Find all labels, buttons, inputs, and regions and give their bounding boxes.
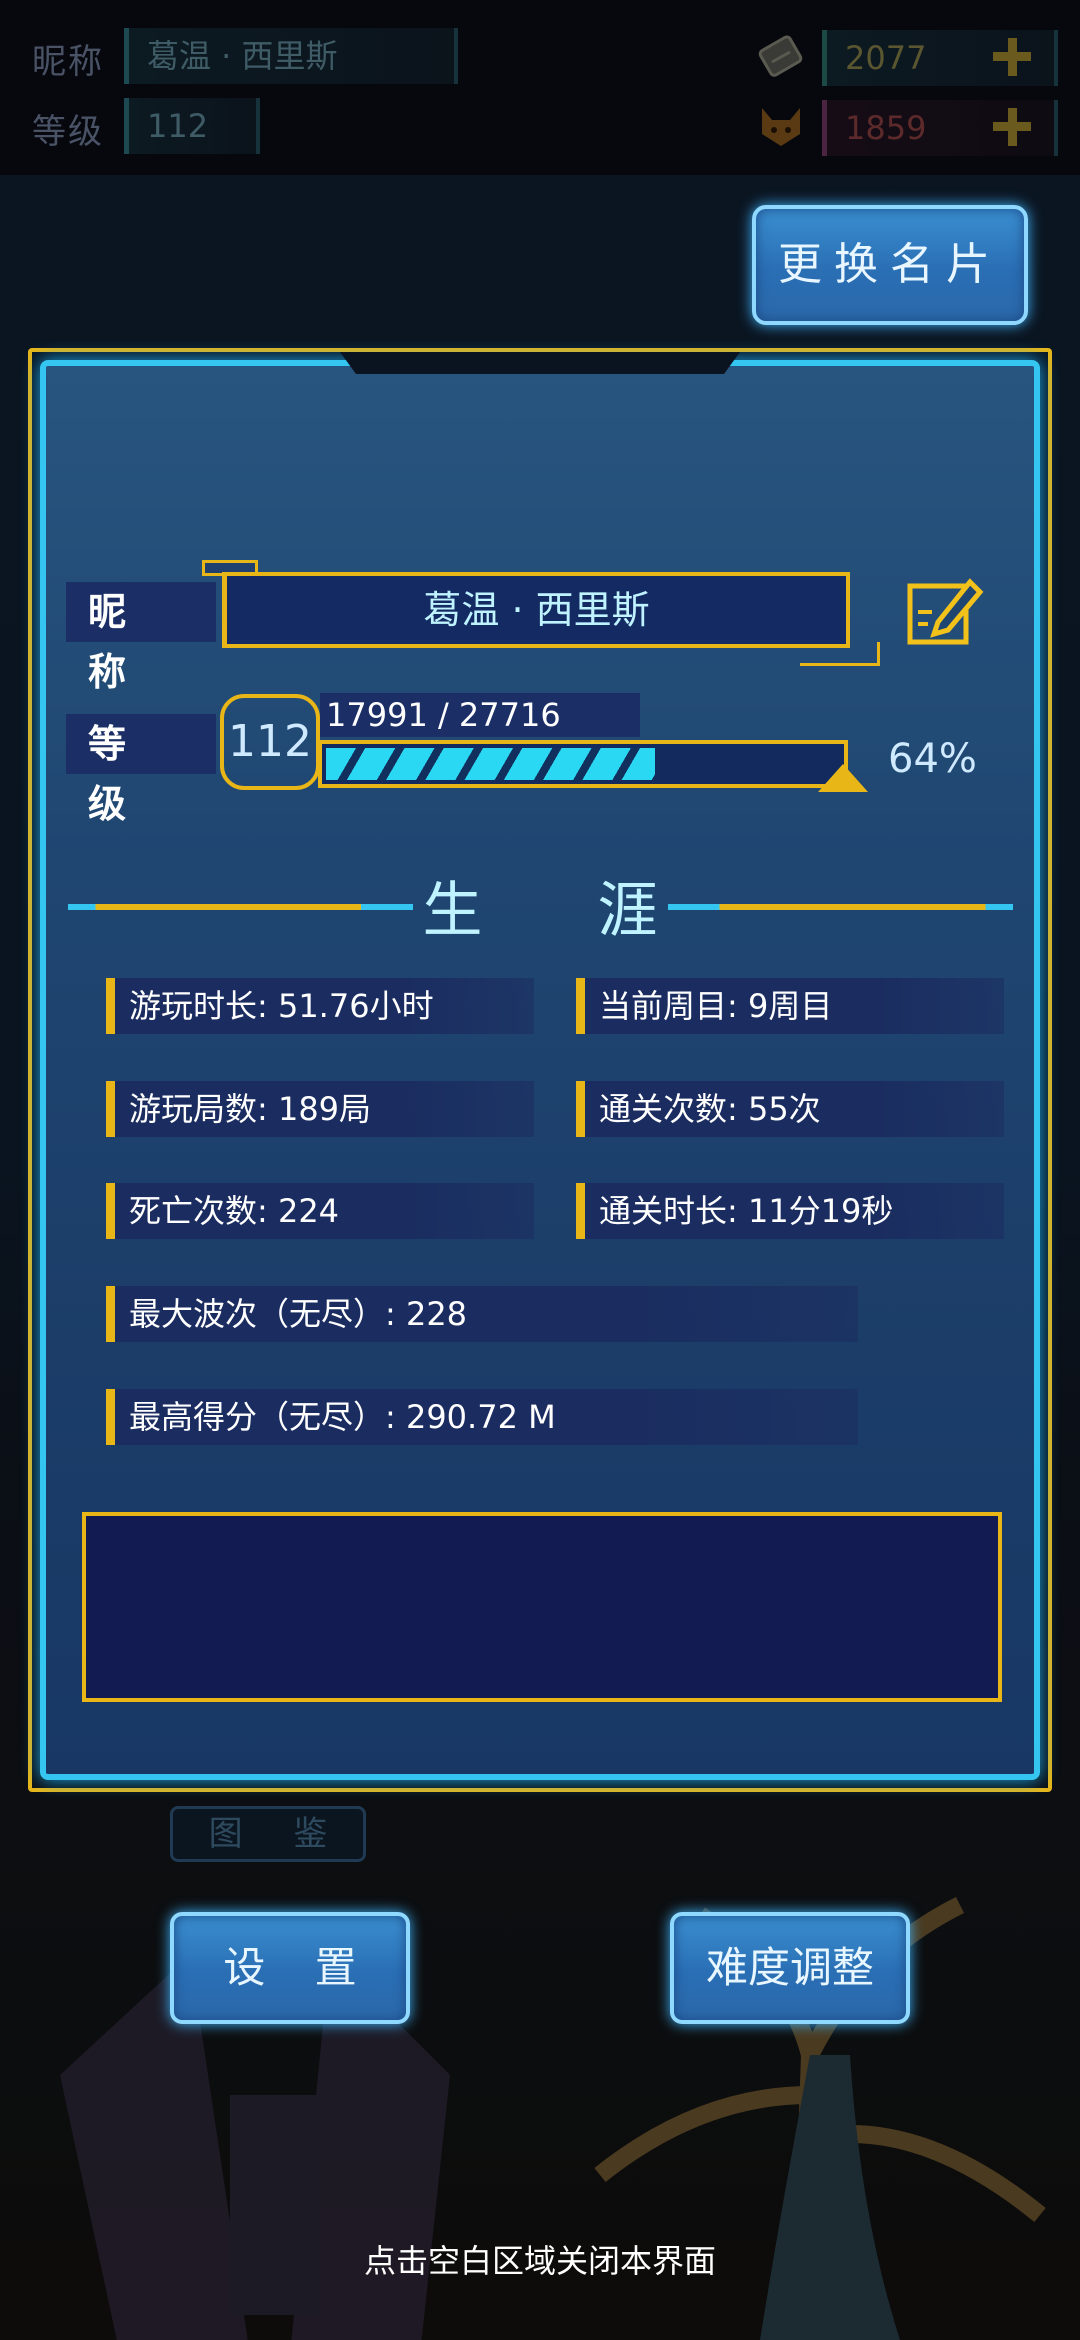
career-deco-line-right: [668, 904, 1013, 910]
stat-rounds-played: 游玩局数: 189局: [106, 1081, 534, 1137]
edit-icon[interactable]: [904, 572, 984, 652]
stat-deaths: 死亡次数: 224: [106, 1183, 534, 1239]
currency-a-field: 2077: [822, 30, 1058, 86]
topbar-nickname-field: 葛温 · 西里斯: [124, 28, 458, 84]
xp-progress-fill: [326, 748, 655, 780]
xp-text: 17991 / 27716: [320, 693, 640, 737]
xp-percent: 64%: [888, 736, 977, 782]
currency-a-value: 2077: [845, 39, 927, 77]
level-badge: 112: [220, 694, 320, 790]
add-currency-a-button[interactable]: [992, 36, 1032, 76]
level-label: 等 级: [66, 714, 216, 826]
stat-high-score: 最高得分（无尽）: 290.72 M: [106, 1389, 858, 1445]
xp-progress-bar: [318, 740, 848, 788]
difficulty-button[interactable]: 难度调整: [670, 1912, 910, 2024]
stat-clears: 通关次数: 55次: [576, 1081, 1004, 1137]
cat-currency-icon: [762, 108, 800, 146]
stat-current-cycle: 当前周目: 9周目: [576, 978, 1004, 1034]
add-currency-b-button[interactable]: [992, 106, 1032, 146]
stat-max-wave: 最大波次（无尽）: 228: [106, 1286, 858, 1342]
message-box: [82, 1512, 1002, 1702]
stat-play-time: 游玩时长: 51.76小时: [106, 978, 534, 1034]
topbar-level-field: 112: [124, 98, 260, 154]
settings-button[interactable]: 设 置: [170, 1912, 410, 2024]
nickname-field-corner: [800, 642, 880, 666]
panel-notch: [340, 352, 740, 374]
topbar-level-label: 等级: [32, 112, 104, 152]
currency-b-value: 1859: [845, 109, 927, 147]
nickname-field: 葛温 · 西里斯: [222, 572, 850, 648]
change-card-button[interactable]: 更换名片: [752, 205, 1028, 325]
close-hint: 点击空白区域关闭本界面: [363, 2242, 716, 2280]
nickname-label: 昵 称: [66, 582, 216, 694]
stat-clear-time: 通关时长: 11分19秒: [576, 1183, 1004, 1239]
codex-tag[interactable]: 图 鉴: [170, 1806, 366, 1862]
topbar-nickname-label: 昵称: [32, 42, 104, 82]
top-status-bar: 昵称 葛温 · 西里斯 等级 112 2077 1859: [0, 0, 1080, 175]
currency-b-field: 1859: [822, 100, 1058, 156]
card-currency-icon: [758, 35, 803, 77]
